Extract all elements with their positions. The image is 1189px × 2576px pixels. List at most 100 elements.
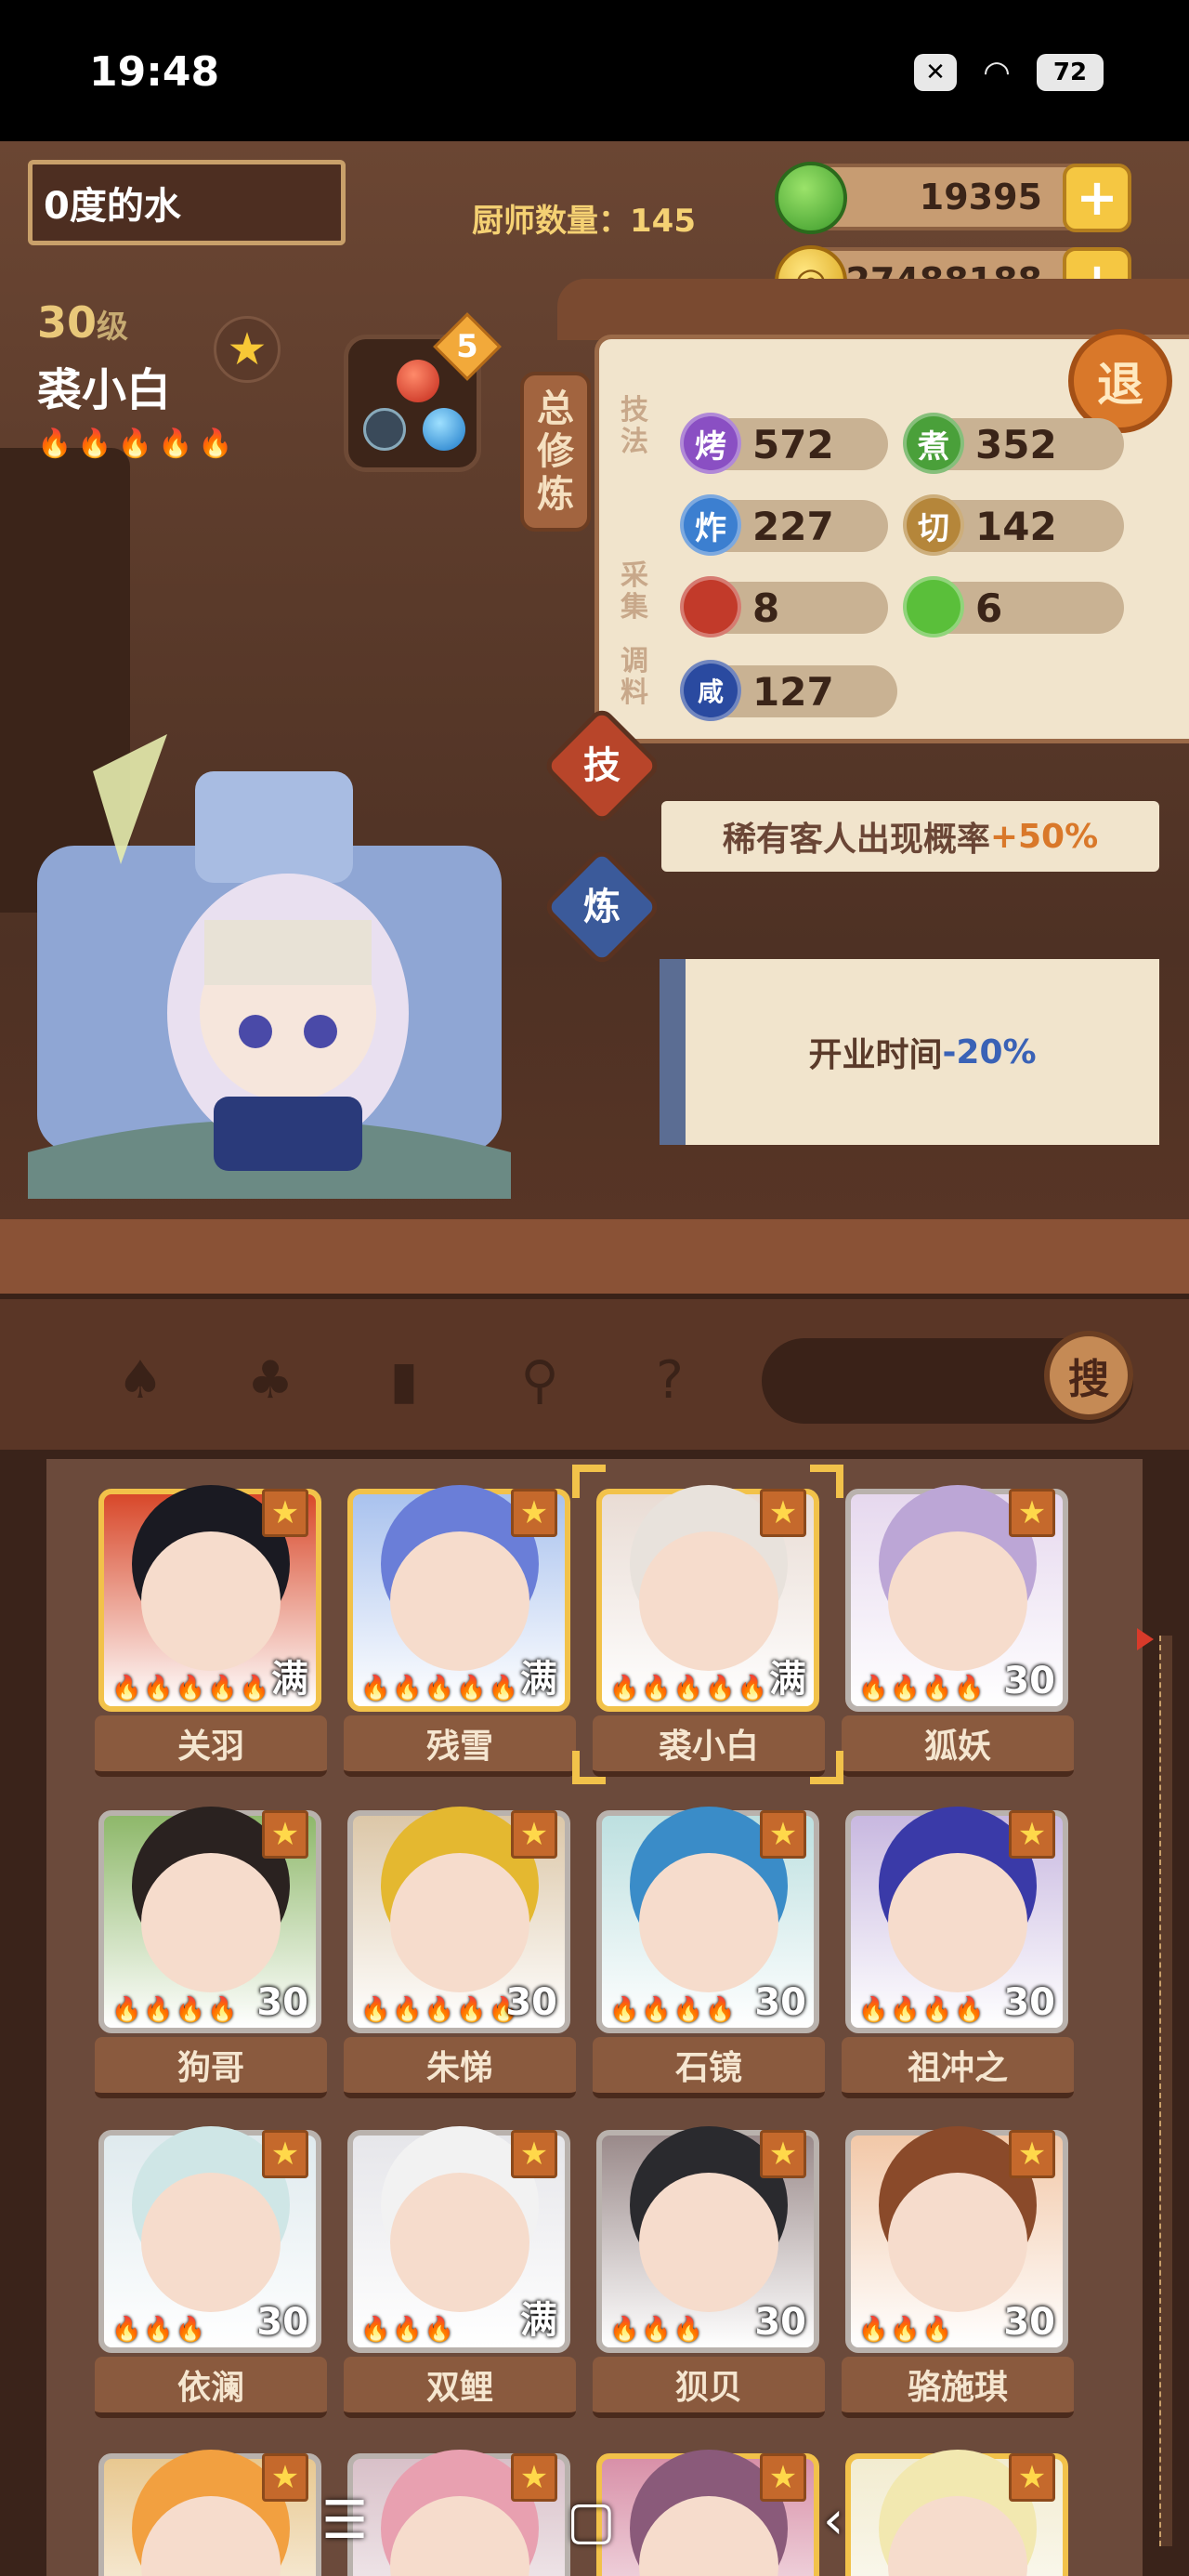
chef-card-name[interactable]: 关羽 — [95, 1715, 327, 1777]
star-icon: ★ — [511, 1810, 557, 1859]
chef-card-name[interactable]: 依澜 — [95, 2357, 327, 2418]
chef-info: 30级 ★ 裘小白 🔥🔥🔥🔥🔥 — [37, 297, 316, 502]
chef-card-level: 30 — [256, 1981, 308, 2024]
selection-corner — [810, 1751, 843, 1784]
chef-card-flames: 🔥🔥🔥🔥🔥 — [360, 1996, 520, 2024]
chef-card[interactable]: ★ 🔥🔥🔥🔥🔥 满 — [347, 1489, 570, 1712]
boil-icon: 煮 — [903, 413, 964, 474]
star-icon: ★ — [1009, 1489, 1055, 1537]
add-jade-button[interactable]: + — [1063, 164, 1131, 232]
location-pin-icon[interactable]: ⚲ — [507, 1347, 572, 1413]
chef-avatar — [141, 1853, 281, 1992]
map-question-icon[interactable]: ? — [637, 1347, 702, 1413]
chef-card[interactable]: ★ 🔥🔥🔥 30 — [98, 2130, 321, 2353]
chef-card-flames: 🔥🔥🔥 — [360, 2316, 457, 2344]
chef-card[interactable]: ★ 🔥🔥🔥🔥 30 — [596, 1810, 819, 2033]
chef-card[interactable]: ★ 🔥🔥🔥🔥🔥 满 — [596, 1489, 819, 1712]
chef-card-flames: 🔥🔥🔥🔥 — [111, 1996, 240, 2024]
chef-card-name[interactable]: 裘小白 — [593, 1715, 825, 1777]
chef-hat-filter-icon[interactable]: ♠ — [108, 1347, 173, 1413]
chef-card-name[interactable]: 朱悌 — [344, 2037, 576, 2098]
chef-card-name[interactable]: 双鲤 — [344, 2357, 576, 2418]
chef-flames: 🔥🔥🔥🔥🔥 — [37, 427, 239, 460]
chef-card-level: 30 — [754, 2301, 806, 2344]
chef-card-name[interactable]: 祖冲之 — [842, 2037, 1074, 2098]
chef-card[interactable]: ★ 🔥🔥🔥🔥 30 — [845, 1810, 1068, 2033]
chef-card-flames: 🔥🔥🔥🔥🔥 — [111, 1675, 271, 1702]
jade-value: 19395 — [919, 177, 1042, 217]
chef-avatar — [888, 1853, 1027, 1992]
x-box-icon: ✕ — [914, 54, 957, 91]
chef-card-flames: 🔥🔥🔥🔥🔥 — [360, 1675, 520, 1702]
chef-card-level: 满 — [520, 2299, 557, 2342]
star-icon: ★ — [1009, 2130, 1055, 2178]
selection-corner — [572, 1751, 606, 1784]
filter-toolbar: ♠ ♣ ▮ ⚲ ? 搜 — [0, 1294, 1189, 1450]
search-button[interactable]: 搜 — [1044, 1331, 1133, 1420]
chef-card-level: 30 — [1003, 2301, 1055, 2344]
selection-corner — [810, 1465, 843, 1498]
star-icon: ★ — [760, 1810, 806, 1859]
fry-icon: 炸 — [680, 494, 741, 556]
chef-card-level: 30 — [505, 1981, 557, 2024]
stat-salty: 咸 127 — [680, 660, 897, 721]
cat-seasoning: 调料 — [621, 645, 648, 709]
player-name-box[interactable]: 0度的水 — [28, 160, 346, 245]
star-icon: ★ — [262, 2130, 308, 2178]
chef-card-name[interactable]: 残雪 — [344, 1715, 576, 1777]
back-nav-button[interactable]: ‹ — [823, 2491, 843, 2551]
spatula-icon[interactable]: ♣ — [238, 1347, 303, 1413]
salty-icon: 咸 — [680, 660, 741, 721]
panel-rail — [557, 279, 1189, 340]
chef-card-flames: 🔥🔥🔥 — [609, 2316, 706, 2344]
star-icon: ★ — [1009, 1810, 1055, 1859]
chef-avatar — [639, 2173, 778, 2312]
chef-card[interactable]: ★ 🔥🔥🔥 30 — [845, 2130, 1068, 2353]
jar-icon[interactable]: ▮ — [372, 1347, 437, 1413]
stat-roast: 烤 572 — [680, 413, 888, 474]
chef-level: 30 — [37, 297, 98, 348]
wifi-icon: ◠ — [983, 54, 1011, 91]
star-icon: ★ — [262, 1810, 308, 1859]
chef-card-name[interactable]: 狗哥 — [95, 2037, 327, 2098]
chef-avatar — [390, 1853, 529, 1992]
chef-avatar — [141, 1531, 281, 1671]
equipment-slot[interactable]: 5 — [344, 312, 502, 472]
chef-card[interactable]: ★ 🔥🔥🔥🔥🔥 满 — [98, 1489, 321, 1712]
status-time: 19:48 — [89, 48, 220, 96]
chef-card-name[interactable]: 狈贝 — [593, 2357, 825, 2418]
chef-card-level: 满 — [769, 1658, 806, 1701]
total-refine-tab[interactable]: 总修炼 — [520, 372, 591, 532]
chef-card-flames: 🔥🔥🔥 — [111, 2316, 208, 2344]
chef-card[interactable]: ★ 🔥🔥🔥 满 — [347, 2130, 570, 2353]
stat-boil: 煮 352 — [903, 413, 1124, 474]
skill-description: 稀有客人出现概率 +50% — [661, 801, 1159, 872]
cat-technique: 技法 — [621, 394, 648, 458]
empty-gem-slot-icon — [363, 408, 406, 451]
chef-portrait — [28, 734, 511, 1199]
chef-card[interactable]: ★ 🔥🔥🔥🔥 30 — [845, 1489, 1068, 1712]
home-nav-button[interactable]: ▢ — [567, 2491, 616, 2551]
stat-cut: 切 142 — [903, 494, 1124, 556]
chef-card[interactable]: ★ 🔥🔥🔥🔥🔥 30 — [347, 1810, 570, 2033]
favorite-star-icon[interactable]: ★ — [214, 316, 281, 383]
chef-card-level: 满 — [520, 1658, 557, 1701]
system-nav-bar: ☰ ▢ ‹ — [0, 2472, 1189, 2576]
chef-card-name[interactable]: 骆施琪 — [842, 2357, 1074, 2418]
chef-avatar — [390, 2173, 529, 2312]
star-icon: ★ — [262, 1489, 308, 1537]
stat-veg: 6 — [903, 576, 1124, 637]
chef-card-level: 满 — [271, 1658, 308, 1701]
chef-card-name[interactable]: 石镜 — [593, 2037, 825, 2098]
blue-gem-icon — [423, 408, 465, 451]
chef-card[interactable]: ★ 🔥🔥🔥🔥 30 — [98, 1810, 321, 2033]
chef-card[interactable]: ★ 🔥🔥🔥 30 — [596, 2130, 819, 2353]
floor — [0, 1219, 1189, 1294]
roast-icon: 烤 — [680, 413, 741, 474]
jade-icon — [775, 162, 847, 234]
stat-meat: 8 — [680, 576, 888, 637]
chef-card-name[interactable]: 狐妖 — [842, 1715, 1074, 1777]
menu-nav-button[interactable]: ☰ — [321, 2491, 368, 2551]
list-scrollbar[interactable] — [1159, 1636, 1172, 2546]
chef-avatar — [639, 1531, 778, 1671]
